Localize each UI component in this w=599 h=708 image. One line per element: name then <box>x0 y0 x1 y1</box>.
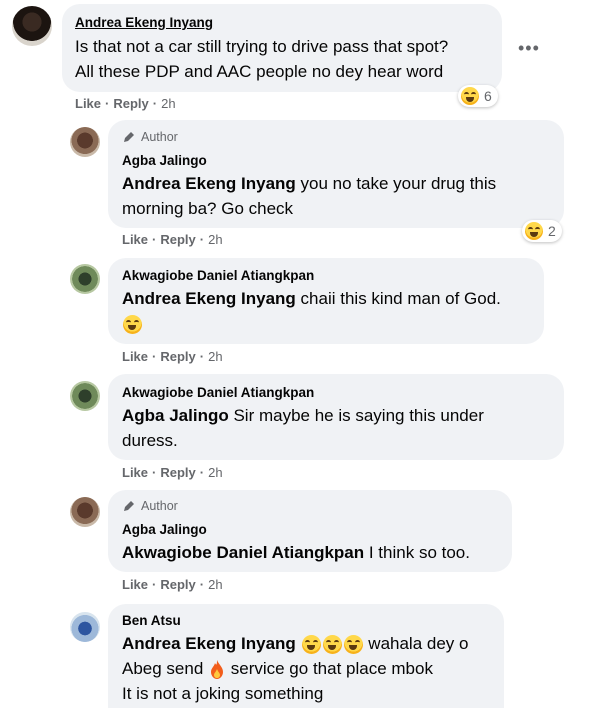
reply-actions: Like · Reply · 2h <box>122 577 223 592</box>
reply-author[interactable]: Ben Atsu <box>122 613 181 628</box>
reply-author[interactable]: Agba Jalingo <box>122 153 207 168</box>
mention-link[interactable]: Andrea Ekeng Inyang <box>122 289 296 308</box>
comment-text-line2: All these PDP and AAC people no dey hear… <box>75 62 444 81</box>
reply-text-line1: Akwagiobe Daniel Atiangkpan I think so t… <box>122 543 470 562</box>
reply-button[interactable]: Reply <box>113 96 148 111</box>
reply-actions: Like · Reply · 2h <box>122 465 223 480</box>
like-button[interactable]: Like <box>122 577 148 592</box>
reply-text-line2: duress. <box>122 431 178 450</box>
reaction-summary[interactable]: 2 <box>522 220 562 242</box>
timestamp[interactable]: 2h <box>208 577 222 592</box>
reply-text-line1: Andrea Ekeng Inyang chaii this kind man … <box>122 289 501 308</box>
reply-button[interactable]: Reply <box>160 232 195 247</box>
mention-link[interactable]: Akwagiobe Daniel Atiangkpan <box>122 543 364 562</box>
timestamp[interactable]: 2h <box>208 232 222 247</box>
avatar[interactable] <box>70 264 100 294</box>
comment-text-line1: Is that not a car still trying to drive … <box>75 37 449 56</box>
reaction-count: 2 <box>548 223 556 239</box>
like-button[interactable]: Like <box>122 465 148 480</box>
reply-button[interactable]: Reply <box>160 349 195 364</box>
comment-actions: Like · Reply · 2h <box>75 96 176 111</box>
avatar[interactable] <box>70 497 100 527</box>
pencil-icon <box>124 132 134 142</box>
reply-text-line2: Abeg send service go that place mbok <box>122 659 433 680</box>
laughing-emoji-icon <box>525 222 543 240</box>
author-badge: Author <box>122 130 178 144</box>
reply-text-line2: morning ba? Go check <box>122 199 294 218</box>
reply-text-line1: Agba Jalingo Sir maybe he is saying this… <box>122 406 484 425</box>
laughing-emoji-icon <box>461 87 479 105</box>
reaction-summary[interactable]: 6 <box>458 85 498 107</box>
avatar[interactable] <box>70 381 100 411</box>
like-button[interactable]: Like <box>122 349 148 364</box>
comment-author[interactable]: Andrea Ekeng Inyang <box>75 15 213 30</box>
reply-text-line3: It is not a joking something <box>122 684 324 703</box>
timestamp[interactable]: 2h <box>161 96 175 111</box>
timestamp[interactable]: 2h <box>208 465 222 480</box>
mention-link[interactable]: Andrea Ekeng Inyang <box>122 174 296 193</box>
laughing-emoji-icon <box>343 635 363 655</box>
more-options-icon[interactable]: ••• <box>518 38 540 59</box>
reply-button[interactable]: Reply <box>160 465 195 480</box>
avatar[interactable] <box>70 612 100 642</box>
reaction-count: 6 <box>484 88 492 104</box>
laughing-emoji-icon <box>123 315 142 334</box>
timestamp[interactable]: 2h <box>208 349 222 364</box>
avatar[interactable] <box>70 127 100 157</box>
laughing-emoji-icon <box>301 635 321 655</box>
reply-author[interactable]: Akwagiobe Daniel Atiangkpan <box>122 385 314 400</box>
like-button[interactable]: Like <box>75 96 101 111</box>
mention-link[interactable]: Andrea Ekeng Inyang <box>122 634 296 653</box>
fire-icon <box>211 660 224 680</box>
reply-text-line1: Andrea Ekeng Inyang wahala dey o <box>122 634 469 655</box>
author-badge: Author <box>122 499 178 513</box>
mention-link[interactable]: Agba Jalingo <box>122 406 229 425</box>
reply-author[interactable]: Agba Jalingo <box>122 522 207 537</box>
reply-text-line1: Andrea Ekeng Inyang you no take your dru… <box>122 174 497 193</box>
reply-button[interactable]: Reply <box>160 577 195 592</box>
avatar[interactable] <box>12 6 52 46</box>
laughing-emoji-icon <box>322 635 342 655</box>
reply-author[interactable]: Akwagiobe Daniel Atiangkpan <box>122 268 314 283</box>
pencil-icon <box>124 501 134 511</box>
like-button[interactable]: Like <box>122 232 148 247</box>
reply-actions: Like · Reply · 2h <box>122 349 223 364</box>
reply-actions: Like · Reply · 2h <box>122 232 223 247</box>
